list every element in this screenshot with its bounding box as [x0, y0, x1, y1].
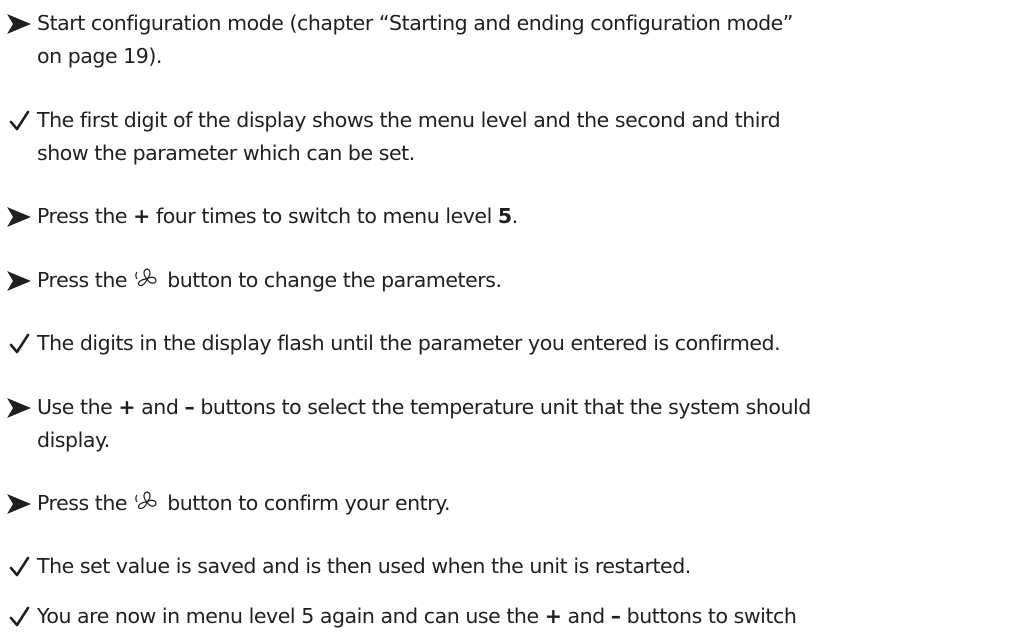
plus-button-label: +	[133, 204, 150, 228]
arrow-icon	[7, 14, 31, 34]
checkmark-icon	[9, 556, 30, 577]
step-text: Use the + and – buttons to select the te…	[37, 395, 811, 419]
arrow-icon	[7, 494, 31, 514]
plus-button-label: +	[544, 604, 562, 628]
plus-button-label: +	[118, 395, 136, 419]
minus-button-label: –	[184, 395, 195, 419]
minus-button-label: –	[610, 604, 621, 628]
arrow-icon	[7, 398, 31, 418]
result-text: You are now in menu level 5 again and ca…	[37, 604, 797, 628]
step-text-continued: display.	[37, 428, 110, 452]
instruction-page: Start configuration mode (chapter “Start…	[0, 0, 1034, 637]
step-text: Press the + four times to switch to menu…	[37, 204, 518, 228]
result-text: The digits in the display flash until th…	[37, 331, 781, 355]
step-text: Start configuration mode (chapter “Start…	[37, 11, 793, 35]
result-text-continued: show the parameter which can be set.	[37, 141, 415, 165]
checkmark-icon	[9, 606, 30, 627]
menu-level-value: 5	[497, 204, 512, 228]
step-text: Press the button to confirm your entry.	[37, 491, 451, 515]
checkmark-icon	[9, 333, 30, 354]
result-text: The set value is saved and is then used …	[37, 554, 691, 578]
step-text-continued: on page 19).	[37, 44, 162, 68]
fan-icon	[135, 491, 157, 510]
result-text: The first digit of the display shows the…	[37, 108, 781, 132]
step-text: Press the button to change the parameter…	[37, 268, 502, 292]
fan-icon	[135, 268, 157, 287]
arrow-icon	[7, 271, 31, 291]
checkmark-icon	[9, 110, 30, 131]
arrow-icon	[7, 207, 31, 227]
